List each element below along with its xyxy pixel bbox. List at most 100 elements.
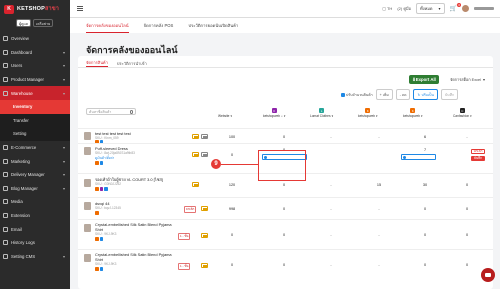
store-toggle[interactable] (201, 233, 208, 238)
highlight-box (258, 150, 306, 181)
tab-online-stock[interactable]: จัดการคลังของออนไลน์ (86, 18, 129, 33)
export-all-button[interactable]: ⬇ Export All (409, 75, 439, 84)
chevron-down-icon: ▾ (62, 253, 65, 259)
tab-count-history[interactable]: ประวัติการยอดนับเปิดสินค้า (188, 18, 238, 33)
menu-item-icon (3, 253, 8, 259)
branch-select[interactable]: ทั้งหมด ▾ (416, 3, 445, 14)
sidebar-item-extension[interactable]: Extension (0, 209, 70, 223)
table-row[interactable]: Crystal-embellished Silk Satin Blend Pyj… (78, 219, 493, 249)
barcode-icon[interactable] (201, 134, 208, 139)
menu-item-icon (3, 172, 8, 178)
search-icon[interactable]: ⌕ (281, 114, 283, 118)
chat-icon[interactable] (481, 268, 495, 282)
sidebar-item-label: Delivery Manager (11, 172, 45, 178)
table-row[interactable]: dsvqi 44 SKU : bqvJ-12345 ยกเลิก 998 0 -… (78, 197, 493, 219)
chevron-down-icon: ▾ (62, 158, 65, 164)
excel-dropdown[interactable]: จัดการสต็อก Excel ▾ (445, 75, 490, 84)
shipping-tag: ยกเลิก (184, 206, 197, 213)
menu-item-icon (3, 145, 8, 151)
sidebar-item-blog-manager[interactable]: Blog Manager ▾ (0, 182, 70, 196)
sidebar-item-e-commerce[interactable]: E-Commerce ▾ (0, 141, 70, 155)
sidebar-item-media[interactable]: Media (0, 195, 70, 209)
sidebar-item-email[interactable]: Email (0, 222, 70, 236)
subtract-button[interactable]: - ลด (395, 89, 411, 100)
avatar[interactable] (462, 5, 469, 12)
menu-item-icon (3, 240, 8, 246)
user-name[interactable] (474, 7, 494, 10)
sidebar-item-setting[interactable]: Setting (0, 127, 70, 141)
search-input[interactable]: ค้นหาชื่อสินค้า (86, 108, 136, 115)
logo: K KETSHOPสาขา (0, 0, 70, 18)
barcode-icon[interactable] (201, 152, 208, 157)
store-toggle[interactable] (192, 152, 199, 157)
tab-manage-products[interactable]: จัดการสินค้า (86, 59, 108, 67)
menu-item-icon (3, 199, 8, 205)
sidebar-item-users[interactable]: Users ▾ (0, 59, 70, 73)
adjust-qty-checkbox[interactable]: ปรับจำนวนสินค้า (341, 92, 373, 98)
menu-item-icon (3, 185, 8, 191)
table-row[interactable]: Crystal-embellished Silk Satin Blend Pyj… (78, 249, 493, 279)
table-row[interactable]: test test test test test SKU : Kinm_059 … (78, 128, 493, 144)
manual-link[interactable]: (2) คู่มือ (397, 5, 411, 12)
chevron-down-icon: ▾ (62, 63, 65, 69)
menu-item-icon (3, 213, 8, 219)
language-switch[interactable]: ▢ TH (382, 6, 392, 11)
sidebar-item-product-manager[interactable]: Product Manager ▾ (0, 73, 70, 87)
cart-badge: 0 (457, 3, 461, 7)
menu-item-icon (3, 36, 8, 42)
store-toggle[interactable] (201, 263, 208, 268)
sidebar-item-label: Setting CMS (11, 253, 36, 259)
sidebar-item-label: Dashboard (11, 49, 33, 55)
search-icon[interactable] (129, 110, 133, 114)
page-title: จัดการคลังของออนไลน์ (86, 45, 178, 55)
top-bar: ▢ TH (2) คู่มือ ทั้งหมด ▾ 🛒 0 (70, 0, 500, 18)
sidebar-item-delivery-manager[interactable]: Delivery Manager ▾ (0, 168, 70, 182)
col-channel-3: Kketshopweb ▾ (358, 108, 378, 118)
col-website: Website ▾ (218, 114, 233, 118)
stock-controls: ปรับจำนวนสินค้า + เพิ่ม - ลด ↻ ปรับเป็น … (341, 89, 459, 100)
sidebar-item-label: Blog Manager (11, 185, 38, 191)
cancel-button[interactable]: ยกเลิก (471, 149, 485, 154)
save-all-button: บันทึก (440, 89, 459, 100)
sidebar-item-label: Users (11, 63, 23, 69)
sidebar-item-label: Extension (11, 213, 30, 219)
tab-pos-stock[interactable]: จัดการคลัง POS (144, 18, 174, 33)
sidebar-item-inventory[interactable]: Inventory (0, 99, 70, 114)
store-toggle[interactable] (201, 206, 208, 211)
menu-item-icon (3, 77, 8, 83)
sidebar-item-label: Marketing (11, 158, 30, 164)
sidebar-item-overview[interactable]: Overview (0, 32, 70, 46)
chevron-down-icon: ▾ (62, 185, 65, 191)
sidebar-item-label: Transfer (13, 117, 29, 123)
sidebar-item-label: Media (11, 199, 23, 205)
qty-input-channel-4[interactable] (401, 154, 436, 160)
sidebar-item-transfer[interactable]: Transfer (0, 113, 70, 128)
sidebar-item-label: Inventory (13, 104, 33, 110)
step-marker: 9 (211, 159, 221, 169)
sidebar-item-marketing[interactable]: Marketing ▾ (0, 154, 70, 168)
menu-icon[interactable] (77, 6, 83, 11)
sidebar-item-label: Overview (11, 36, 29, 42)
role-admin[interactable]: ผู้ดูแล (16, 19, 31, 27)
menu-item-icon (3, 90, 8, 96)
shipping-tag: 1 - ขั้น (178, 233, 191, 240)
sidebar-item-label: E-Commerce (11, 145, 37, 151)
save-button[interactable]: บันทึก (471, 156, 485, 161)
sidebar-item-dashboard[interactable]: Dashboard ▾ (0, 46, 70, 60)
sidebar-item-label: Email (11, 226, 22, 232)
store-toggle[interactable] (192, 182, 199, 187)
role-network[interactable]: เครือข่าย (32, 19, 54, 27)
store-toggle[interactable] (192, 134, 199, 139)
sidebar-item-setting-cms[interactable]: Setting CMS ▾ (0, 250, 70, 264)
add-button[interactable]: + เพิ่ม (375, 89, 393, 100)
set-button[interactable]: ↻ ปรับเป็น (413, 89, 438, 100)
sidebar-item-label: Setting (13, 131, 27, 137)
sidebar-item-history-logs[interactable]: History Logs (0, 236, 70, 250)
cart-icon[interactable]: 🛒 0 (450, 3, 461, 12)
tab-import-history[interactable]: ประวัติการนำเข้า (117, 59, 147, 67)
sidebar-item-warehouse[interactable]: Warehouse ▾ (0, 86, 70, 100)
col-channel-4: Kketshopweb ▾ (403, 108, 423, 118)
callout-line (221, 163, 258, 165)
chevron-down-icon: ▾ (62, 90, 65, 96)
chevron-down-icon: ▾ (62, 49, 65, 55)
